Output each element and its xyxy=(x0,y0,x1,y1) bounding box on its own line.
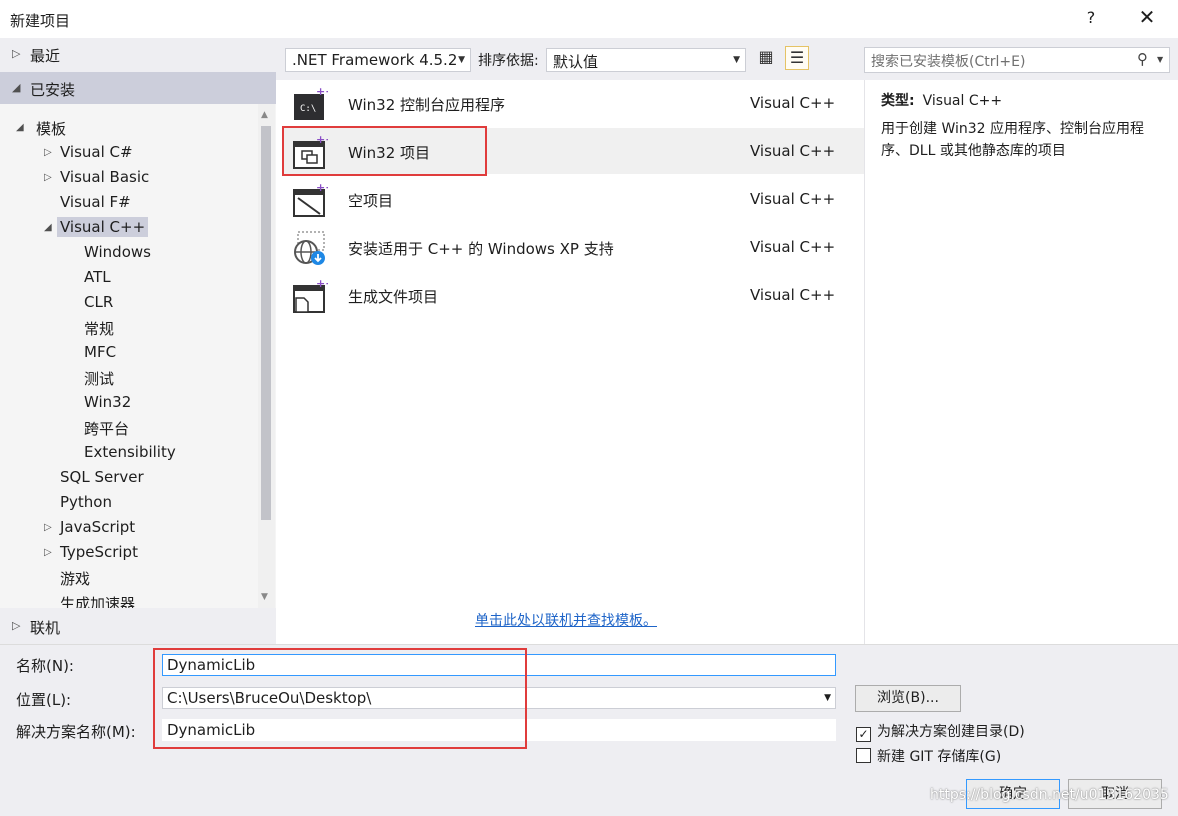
dropdown-arrow-icon: ▼ xyxy=(458,55,465,65)
list-view-icon[interactable]: ☰ xyxy=(785,46,809,70)
tree-node-atl[interactable]: ATL xyxy=(84,268,111,293)
search-input[interactable]: 搜索已安装模板(Ctrl+E) ⚲ ▼ xyxy=(864,47,1170,73)
tree-node-sql-server[interactable]: SQL Server xyxy=(60,468,144,493)
tree-node-python[interactable]: Python xyxy=(60,493,112,518)
search-icon[interactable]: ⚲ xyxy=(1137,50,1148,68)
category-panel: ▷ 最近 ◢ 已安装 ◢ 模板 ▷ Visual C# ▷ Visual Bas… xyxy=(0,38,276,644)
nav-recent[interactable]: ▷ 最近 xyxy=(0,38,276,72)
template-tree: ◢ 模板 ▷ Visual C# ▷ Visual Basic Visual F… xyxy=(0,104,276,608)
svg-text:++: ++ xyxy=(316,182,328,194)
project-name-input[interactable]: DynamicLib xyxy=(162,654,836,676)
location-select[interactable]: C:\Users\BruceOu\Desktop\ ▼ xyxy=(162,687,836,709)
template-item-win32-console[interactable]: C:\ ++ Win32 控制台应用程序 Visual C++ xyxy=(282,80,864,126)
solution-name-input[interactable]: DynamicLib xyxy=(162,719,836,741)
tree-node-win32[interactable]: Win32 xyxy=(84,393,131,418)
tree-node-games[interactable]: 游戏 xyxy=(60,568,90,593)
svg-text:++: ++ xyxy=(316,134,328,146)
sort-label: 排序依据: xyxy=(478,53,539,69)
template-toolbar: .NET Framework 4.5.2 ▼ 排序依据: 默认值 ▼ ▦ ☰ 搜… xyxy=(276,38,1178,80)
tree-node-visual-cpp[interactable]: ◢ Visual C++ xyxy=(44,217,149,243)
template-list: C:\ ++ Win32 控制台应用程序 Visual C++ ++ Win32… xyxy=(282,80,864,644)
sort-select[interactable]: 默认值 ▼ xyxy=(546,48,746,72)
search-options-arrow-icon[interactable]: ▼ xyxy=(1157,55,1163,64)
collapsed-arrow-icon: ▷ xyxy=(44,547,52,558)
solution-name-label: 解决方案名称(M): xyxy=(16,723,136,741)
browse-button[interactable]: 浏览(B)... xyxy=(855,685,961,712)
template-item-empty-project[interactable]: ++ 空项目 Visual C++ xyxy=(282,176,864,222)
nav-installed[interactable]: ◢ 已安装 xyxy=(0,72,276,106)
scroll-up-icon[interactable]: ▲ xyxy=(261,110,268,120)
tree-node-visual-basic[interactable]: ▷ Visual Basic xyxy=(44,168,149,193)
create-directory-checkbox[interactable]: ✓ 为解决方案创建目录(D) xyxy=(856,721,1025,742)
collapsed-arrow-icon: ▷ xyxy=(44,522,52,533)
tree-node-clr[interactable]: CLR xyxy=(84,293,113,318)
scroll-down-icon[interactable]: ▼ xyxy=(261,592,268,602)
template-item-makefile-project[interactable]: ++ 生成文件项目 Visual C++ xyxy=(282,272,864,318)
collapsed-arrow-icon: ▷ xyxy=(44,172,52,183)
expanded-arrow-icon: ◢ xyxy=(12,81,21,94)
template-item-windows-xp-support[interactable]: 安装适用于 C++ 的 Windows XP 支持 Visual C++ xyxy=(282,224,864,270)
dialog-title: 新建项目 xyxy=(10,12,71,30)
tree-node-extensibility[interactable]: Extensibility xyxy=(84,443,176,468)
collapsed-arrow-icon: ▷ xyxy=(12,47,21,60)
collapsed-arrow-icon: ▷ xyxy=(12,619,21,632)
template-description: 用于创建 Win32 应用程序、控制台应用程序、DLL 或其他静态库的项目 xyxy=(881,121,1145,159)
location-label: 位置(L): xyxy=(16,691,72,709)
expanded-arrow-icon: ◢ xyxy=(16,122,24,133)
dropdown-arrow-icon: ▼ xyxy=(733,55,740,65)
close-button[interactable]: ✕ xyxy=(1136,5,1158,29)
template-details-panel: 类型: Visual C++ 用于创建 Win32 应用程序、控制台应用程序、DL… xyxy=(864,80,1178,644)
dropdown-arrow-icon: ▼ xyxy=(824,693,831,703)
tree-node-visual-fsharp[interactable]: Visual F# xyxy=(60,193,131,218)
watermark: https://blog.csdn.net/u013162035 xyxy=(930,787,1169,803)
template-item-win32-project[interactable]: ++ Win32 项目 Visual C++ xyxy=(282,128,864,174)
svg-text:++: ++ xyxy=(316,86,328,98)
grid-view-icon[interactable]: ▦ xyxy=(754,46,778,70)
title-bar: 新建项目 ? ✕ xyxy=(0,0,1178,38)
expanded-arrow-icon: ◢ xyxy=(44,222,52,233)
globe-download-icon xyxy=(294,231,325,265)
tree-node-windows[interactable]: Windows xyxy=(84,243,151,268)
tree-node-typescript[interactable]: ▷ TypeScript xyxy=(44,543,138,568)
find-online-templates-link[interactable]: 单击此处以联机并查找模板。 xyxy=(475,610,657,630)
create-git-repo-checkbox[interactable]: 新建 GIT 存储库(G) xyxy=(856,746,1001,766)
tree-node-javascript[interactable]: ▷ JavaScript xyxy=(44,518,135,543)
tree-scrollbar[interactable]: ▲ ▼ xyxy=(258,104,275,608)
name-label: 名称(N): xyxy=(16,657,74,675)
nav-online[interactable]: ▷ 联机 xyxy=(0,610,276,644)
tree-node-general[interactable]: 常规 xyxy=(84,318,114,343)
collapsed-arrow-icon: ▷ xyxy=(44,147,52,158)
empty-project-icon: ++ xyxy=(293,182,328,217)
tree-node-mfc[interactable]: MFC xyxy=(84,343,116,368)
tree-node-test[interactable]: 测试 xyxy=(84,368,114,393)
scroll-thumb[interactable] xyxy=(261,126,271,520)
checkmark-icon: ✓ xyxy=(856,727,871,742)
framework-select[interactable]: .NET Framework 4.5.2 ▼ xyxy=(285,48,471,72)
svg-text:C:\: C:\ xyxy=(300,104,316,114)
tree-node-visual-csharp[interactable]: ▷ Visual C# xyxy=(44,143,133,168)
svg-text:++: ++ xyxy=(316,278,328,290)
makefile-project-icon: ++ xyxy=(293,278,328,313)
tree-node-cross-platform[interactable]: 跨平台 xyxy=(84,418,129,443)
console-app-icon: C:\ ++ xyxy=(294,86,328,120)
template-type: 类型: Visual C++ xyxy=(881,93,1003,109)
tree-node-templates[interactable]: ◢ 模板 xyxy=(16,118,66,143)
tree-node-build-accelerator[interactable]: 生成加速器 xyxy=(60,593,135,608)
checkbox-box xyxy=(856,748,871,763)
help-button[interactable]: ? xyxy=(1084,8,1098,27)
win32-project-icon: ++ xyxy=(293,134,328,169)
